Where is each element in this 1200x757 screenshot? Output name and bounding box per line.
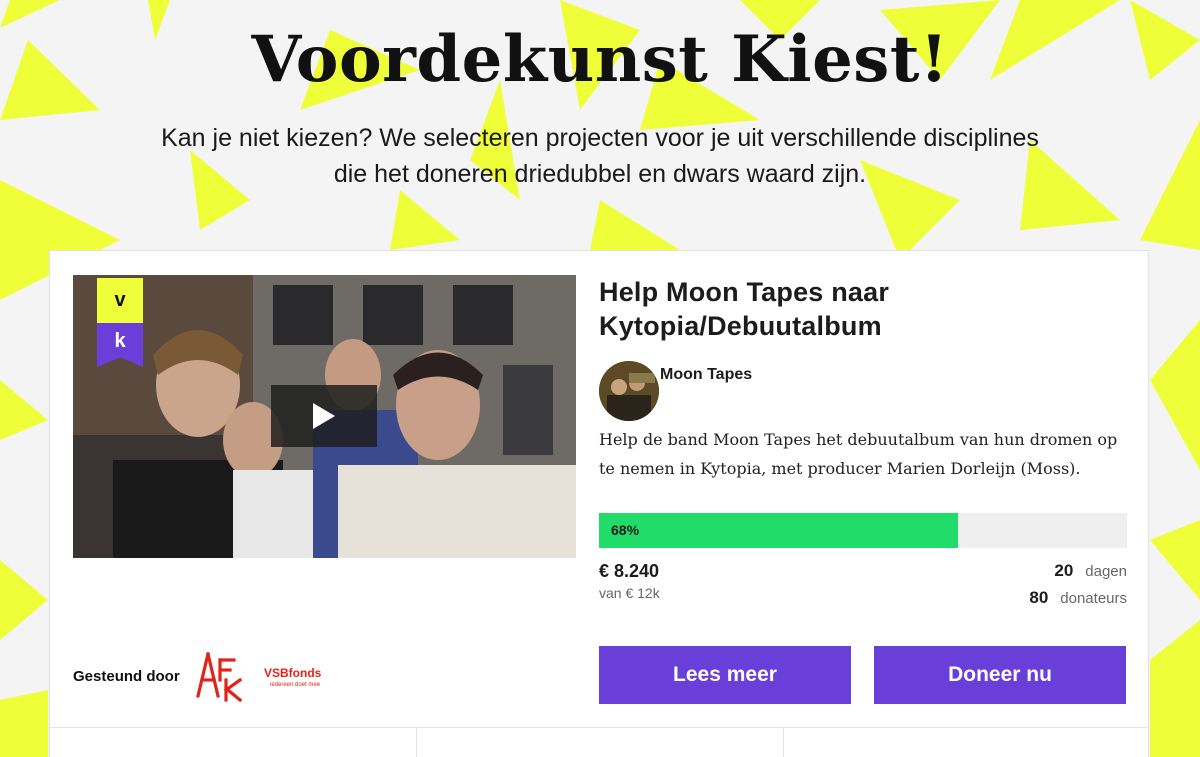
owner-avatar[interactable] [599, 361, 659, 421]
badge-v: v [97, 278, 143, 323]
project-owner[interactable]: Moon Tapes [599, 361, 1127, 423]
play-icon [313, 403, 335, 429]
supported-by: Gesteund door VSBfonds iedereen doet mee [73, 646, 373, 706]
svg-text:VSBfonds: VSBfonds [264, 666, 322, 680]
progress-percentage: 68% [611, 522, 640, 538]
project-description: Help de band Moon Tapes het debuutalbum … [599, 430, 1118, 478]
project-info: Help Moon Tapes naar Kytopia/Debuutalbum… [599, 275, 1127, 704]
owner-name[interactable]: Moon Tapes [660, 366, 752, 384]
subtitle-line-2: die het doneren driedubbel en dwars waar… [333, 160, 867, 188]
donors-label: donateurs [1060, 590, 1127, 607]
footer-divider [416, 728, 417, 757]
amount-raised: € 8.240 [599, 561, 660, 581]
page-title: Voordekunst Kiest! [251, 22, 949, 97]
card-footer [50, 727, 1148, 757]
project-video[interactable]: v k [73, 275, 576, 558]
donor-count: 80 donateurs [1029, 588, 1127, 608]
svg-text:iedereen doet mee: iedereen doet mee [270, 682, 321, 688]
progress-fill [599, 513, 959, 548]
vsbfonds-logo[interactable]: VSBfonds iedereen doet mee [264, 662, 340, 690]
progress-bar: 68% [599, 513, 1127, 548]
read-more-button[interactable]: Lees meer [599, 646, 851, 704]
donors-value: 80 [1029, 588, 1049, 607]
footer-divider [783, 728, 784, 757]
play-button[interactable] [271, 385, 377, 447]
days-label: dagen [1085, 563, 1127, 580]
days-remaining: 20 dagen [1054, 561, 1127, 581]
project-title[interactable]: Help Moon Tapes naar Kytopia/Debuutalbum [599, 275, 1127, 343]
amount-goal: van € 12k [599, 585, 660, 601]
donate-button[interactable]: Doneer nu [874, 646, 1126, 704]
afk-logo[interactable] [194, 650, 246, 702]
subtitle-line-1: Kan je niet kiezen? We selecteren projec… [161, 124, 1039, 152]
supported-by-label: Gesteund door [73, 667, 180, 685]
page-subtitle: Kan je niet kiezen? We selecteren projec… [100, 120, 1100, 192]
days-value: 20 [1054, 561, 1074, 580]
project-card: v k Gesteund door VSBfonds iedereen doet… [49, 250, 1149, 757]
